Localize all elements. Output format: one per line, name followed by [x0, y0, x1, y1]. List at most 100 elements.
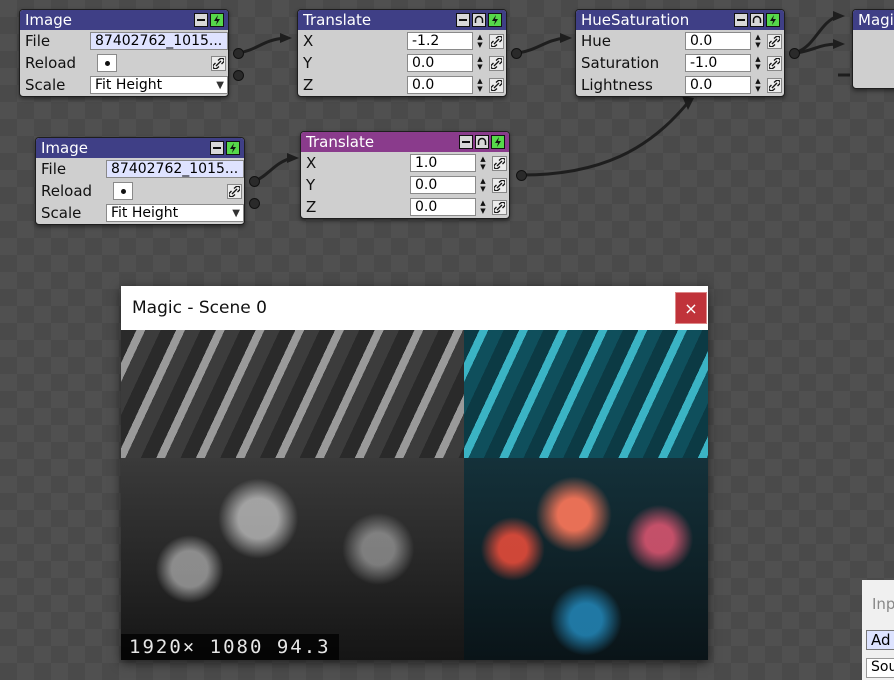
power-icon[interactable]	[226, 141, 240, 155]
x-input[interactable]: 1.0	[410, 154, 476, 172]
link-icon[interactable]	[211, 55, 226, 71]
hue-stepper[interactable]: ▲ ▼	[752, 32, 764, 50]
close-icon: ×	[684, 298, 698, 318]
x-stepper[interactable]: ▲ ▼	[477, 154, 489, 172]
file-field[interactable]: 87402762_1015...	[90, 32, 228, 50]
huesaturation-node[interactable]: HueSaturation Hue 0.0 ▲ ▼ Saturation -1.0…	[575, 9, 800, 97]
node-title: Image	[25, 11, 72, 29]
headphones-icon[interactable]	[472, 13, 486, 27]
scene-viewer-window[interactable]: Magic - Scene 0 × 1920× 1080 94.3	[121, 286, 708, 660]
output-port-2[interactable]	[233, 70, 244, 81]
chevron-down-icon: ▼	[216, 79, 224, 91]
huesaturation-node-header[interactable]: HueSaturation	[576, 10, 784, 30]
y-stepper[interactable]: ▲ ▼	[474, 54, 486, 72]
link-icon[interactable]	[492, 199, 507, 215]
link-icon[interactable]	[489, 33, 504, 49]
translate-node-2-header[interactable]: Translate	[301, 132, 509, 152]
scale-value: Fit Height	[95, 77, 163, 93]
image-node-2-header[interactable]: Image	[36, 138, 244, 158]
link-icon[interactable]	[767, 77, 782, 93]
z-stepper[interactable]: ▲ ▼	[477, 198, 489, 216]
saturation-label: Saturation	[581, 54, 660, 72]
magic-node[interactable]: Magi	[852, 9, 894, 89]
link-icon[interactable]	[227, 183, 242, 199]
output-port[interactable]	[789, 48, 800, 59]
saturation-stepper[interactable]: ▲ ▼	[752, 54, 764, 72]
translate-node-1[interactable]: Translate X -1.2 ▲ ▼ Y 0.0 ▲ ▼ Z 0.0 ▲ ▼	[297, 9, 522, 97]
reload-row: Reload	[36, 180, 244, 202]
x-label: X	[303, 32, 314, 50]
lightness-row: Lightness 0.0 ▲ ▼	[576, 74, 784, 96]
output-port[interactable]	[233, 48, 244, 59]
image-node-2[interactable]: Image File 87402762_1015... Reload Scale…	[35, 137, 260, 225]
link-icon[interactable]	[489, 55, 504, 71]
lightness-stepper[interactable]: ▲ ▼	[752, 76, 764, 94]
inspector-panel: Inp Ad Sou	[862, 580, 894, 680]
reload-button[interactable]	[113, 182, 133, 200]
power-icon[interactable]	[491, 135, 505, 149]
source-field[interactable]: Sou	[866, 658, 894, 678]
magic-node-header[interactable]: Magi	[853, 10, 894, 30]
output-port[interactable]	[516, 170, 527, 181]
color-image-lower	[464, 458, 708, 660]
saturation-input[interactable]: -1.0	[685, 54, 751, 72]
y-stepper[interactable]: ▲ ▼	[477, 176, 489, 194]
grayscale-image	[121, 330, 464, 660]
y-label: Y	[303, 54, 313, 72]
node-title: Magi	[858, 11, 894, 29]
lightness-label: Lightness	[581, 76, 653, 94]
scale-label: Scale	[41, 204, 82, 222]
node-title: Translate	[303, 11, 372, 29]
hue-input[interactable]: 0.0	[685, 32, 751, 50]
minimize-icon[interactable]	[459, 135, 473, 149]
link-icon[interactable]	[767, 55, 782, 71]
z-input[interactable]: 0.0	[410, 198, 476, 216]
output-port-2[interactable]	[249, 198, 260, 209]
minimize-icon[interactable]	[734, 13, 748, 27]
image-node-1-header[interactable]: Image	[20, 10, 228, 30]
minimize-icon[interactable]	[210, 141, 224, 155]
y-row: Y 0.0 ▲ ▼	[301, 174, 509, 196]
z-input[interactable]: 0.0	[407, 76, 473, 94]
x-input[interactable]: -1.2	[407, 32, 473, 50]
render-stats: 1920× 1080 94.3	[121, 634, 339, 660]
link-icon[interactable]	[489, 77, 504, 93]
link-icon[interactable]	[492, 177, 507, 193]
x-stepper[interactable]: ▲ ▼	[474, 32, 486, 50]
power-icon[interactable]	[210, 13, 224, 27]
link-icon[interactable]	[767, 33, 782, 49]
x-row: X -1.2 ▲ ▼	[298, 30, 506, 52]
close-button[interactable]: ×	[675, 292, 707, 324]
lightness-input[interactable]: 0.0	[685, 76, 751, 94]
output-port[interactable]	[511, 48, 522, 59]
reload-label: Reload	[25, 54, 77, 72]
z-row: Z 0.0 ▲ ▼	[301, 196, 509, 218]
scale-row: Scale Fit Height ▼	[20, 74, 228, 96]
power-icon[interactable]	[488, 13, 502, 27]
node-title: HueSaturation	[581, 11, 690, 29]
output-port[interactable]	[249, 176, 260, 187]
power-icon[interactable]	[766, 13, 780, 27]
y-input[interactable]: 0.0	[410, 176, 476, 194]
file-field[interactable]: 87402762_1015...	[106, 160, 244, 178]
y-input[interactable]: 0.0	[407, 54, 473, 72]
node-title: Translate	[306, 133, 375, 151]
file-row: File 87402762_1015...	[20, 30, 228, 52]
z-row: Z 0.0 ▲ ▼	[298, 74, 506, 96]
file-label: File	[41, 160, 67, 178]
add-button[interactable]: Ad	[866, 630, 894, 650]
scene-canvas[interactable]: 1920× 1080 94.3	[121, 330, 708, 660]
reload-button[interactable]	[97, 54, 117, 72]
minimize-icon[interactable]	[194, 13, 208, 27]
z-stepper[interactable]: ▲ ▼	[474, 76, 486, 94]
image-node-1[interactable]: Image File 87402762_1015... Reload Scale…	[19, 9, 244, 97]
translate-node-1-header[interactable]: Translate	[298, 10, 506, 30]
translate-node-2[interactable]: Translate X 1.0 ▲ ▼ Y 0.0 ▲ ▼ Z 0.0 ▲ ▼	[300, 131, 527, 219]
scale-dropdown[interactable]: Fit Height ▼	[106, 204, 244, 222]
viewer-titlebar[interactable]: Magic - Scene 0 ×	[121, 286, 708, 330]
minimize-icon[interactable]	[456, 13, 470, 27]
headphones-icon[interactable]	[475, 135, 489, 149]
scale-dropdown[interactable]: Fit Height ▼	[90, 76, 228, 94]
link-icon[interactable]	[492, 155, 507, 171]
headphones-icon[interactable]	[750, 13, 764, 27]
